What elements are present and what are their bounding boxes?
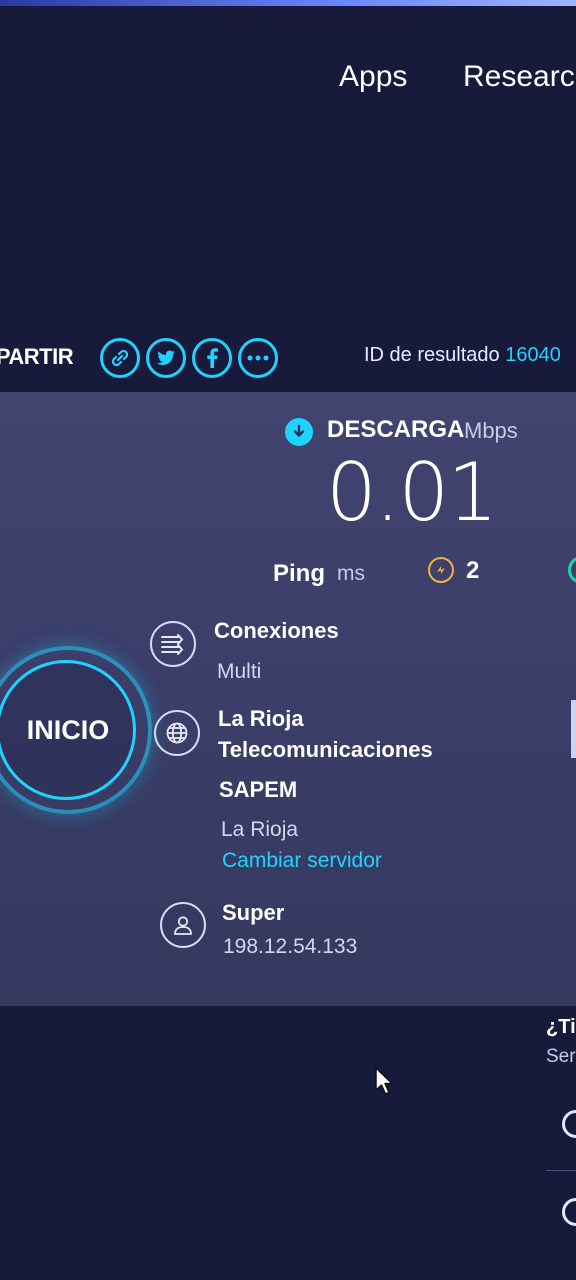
user-icon bbox=[160, 902, 206, 948]
download-label: DESCARGA bbox=[327, 416, 465, 443]
share-facebook-button[interactable] bbox=[192, 338, 232, 378]
result-id-text: ID de resultado bbox=[364, 344, 500, 366]
connections-value[interactable]: Multi bbox=[217, 660, 261, 684]
link-icon bbox=[111, 349, 129, 367]
ping-unit: ms bbox=[337, 562, 365, 585]
download-value: 0.01 bbox=[326, 446, 498, 539]
start-button[interactable]: INICIO bbox=[0, 660, 136, 800]
nav-apps-link[interactable]: Apps bbox=[339, 60, 407, 94]
share-more-button[interactable] bbox=[238, 338, 278, 378]
nav-research-link[interactable]: Researcl bbox=[463, 60, 576, 94]
more-icon bbox=[247, 355, 269, 361]
share-twitter-button[interactable] bbox=[146, 338, 186, 378]
share-label: MPARTIR bbox=[0, 344, 74, 369]
header: Apps Researcl bbox=[0, 6, 576, 126]
result-id-value[interactable]: 16040 bbox=[505, 344, 561, 366]
user-name: Super bbox=[222, 900, 285, 925]
survey-option-radio-2[interactable] bbox=[562, 1198, 576, 1226]
right-edge-divider bbox=[571, 700, 576, 758]
server-name-line3: SAPEM bbox=[219, 777, 298, 802]
twitter-icon bbox=[157, 350, 175, 365]
connections-icon[interactable] bbox=[150, 621, 196, 667]
start-button-label: INICIO bbox=[26, 714, 110, 745]
download-icon bbox=[285, 418, 313, 446]
connections-title: Conexiones bbox=[214, 618, 339, 643]
ping-value: 2 bbox=[466, 557, 480, 584]
facebook-icon bbox=[207, 348, 218, 368]
user-ip: 198.12.54.133 bbox=[223, 935, 358, 958]
ping-jitter-icon bbox=[428, 557, 454, 583]
result-id-label: ID de resultado 16040 bbox=[364, 344, 561, 367]
change-server-link[interactable]: Cambiar servidor bbox=[222, 849, 382, 873]
share-bar: MPARTIR ID de resultado 16040 bbox=[0, 320, 576, 392]
survey-question: ¿Ti bbox=[546, 1016, 576, 1038]
share-link-button[interactable] bbox=[100, 338, 140, 378]
survey-divider bbox=[546, 1170, 576, 1171]
mouse-cursor-icon bbox=[375, 1067, 393, 1095]
server-name-line1: La Rioja bbox=[218, 706, 304, 731]
survey-subtitle: Ser bbox=[546, 1046, 576, 1067]
server-location: La Rioja bbox=[221, 818, 299, 841]
ping-label: Ping bbox=[273, 560, 325, 587]
server-name-line2: Telecomunicaciones bbox=[218, 737, 433, 762]
download-unit: Mbps bbox=[464, 418, 518, 443]
survey-option-radio-1[interactable] bbox=[562, 1110, 576, 1138]
globe-icon bbox=[154, 710, 200, 756]
